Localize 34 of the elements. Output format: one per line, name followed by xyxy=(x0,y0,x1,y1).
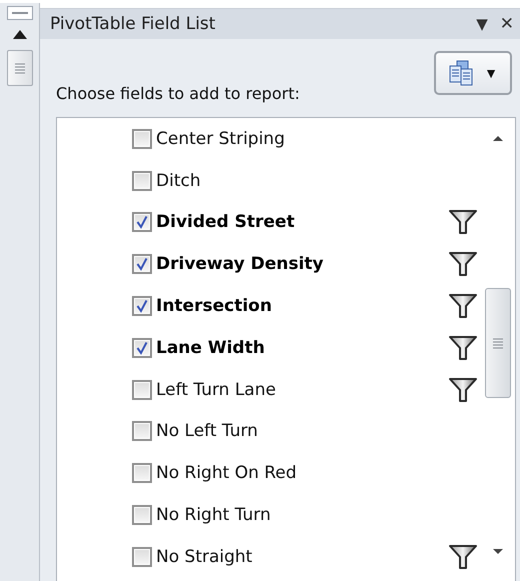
checkbox[interactable] xyxy=(132,296,152,316)
layout-button[interactable]: ▼ xyxy=(434,51,512,95)
scrollbar-thumb[interactable] xyxy=(6,50,32,86)
scroll-up-icon[interactable] xyxy=(12,28,28,40)
prompt-text: Choose fields to add to report: xyxy=(56,84,301,105)
field-label[interactable]: Center Striping xyxy=(156,128,449,149)
checkbox[interactable] xyxy=(132,254,152,274)
checkbox[interactable] xyxy=(132,380,152,400)
scroll-up-icon[interactable] xyxy=(492,134,504,142)
split-handle[interactable] xyxy=(6,6,32,20)
field-label[interactable]: No Right Turn xyxy=(156,505,449,526)
field-label[interactable]: Ditch xyxy=(156,170,449,191)
close-button[interactable]: ✕ xyxy=(498,14,516,34)
checkbox[interactable] xyxy=(132,463,152,484)
field-label[interactable]: Left Turn Lane xyxy=(156,380,449,400)
checkbox[interactable] xyxy=(132,505,152,526)
scroll-down-icon[interactable] xyxy=(492,548,504,556)
checkbox[interactable] xyxy=(132,212,152,232)
checkbox[interactable] xyxy=(132,546,152,567)
layout-icon xyxy=(448,60,474,86)
field-label[interactable]: Driveway Density xyxy=(156,254,449,274)
field-label[interactable]: No Straight xyxy=(156,546,449,567)
field-label[interactable]: Lane Width xyxy=(156,338,449,358)
checkbox[interactable] xyxy=(132,421,152,442)
checkbox[interactable] xyxy=(132,170,152,191)
menu-dropdown[interactable]: ▼ xyxy=(474,15,490,33)
field-label[interactable]: No Left Turn xyxy=(156,421,449,442)
field-label[interactable]: Divided Street xyxy=(156,212,449,232)
scrollbar-thumb[interactable] xyxy=(485,288,511,398)
panel-title: PivotTable Field List xyxy=(50,14,216,34)
field-label[interactable]: No Right On Red xyxy=(156,463,449,484)
checkbox[interactable] xyxy=(132,338,152,358)
checkbox[interactable] xyxy=(132,128,152,149)
field-label[interactable]: Intersection xyxy=(156,296,449,316)
